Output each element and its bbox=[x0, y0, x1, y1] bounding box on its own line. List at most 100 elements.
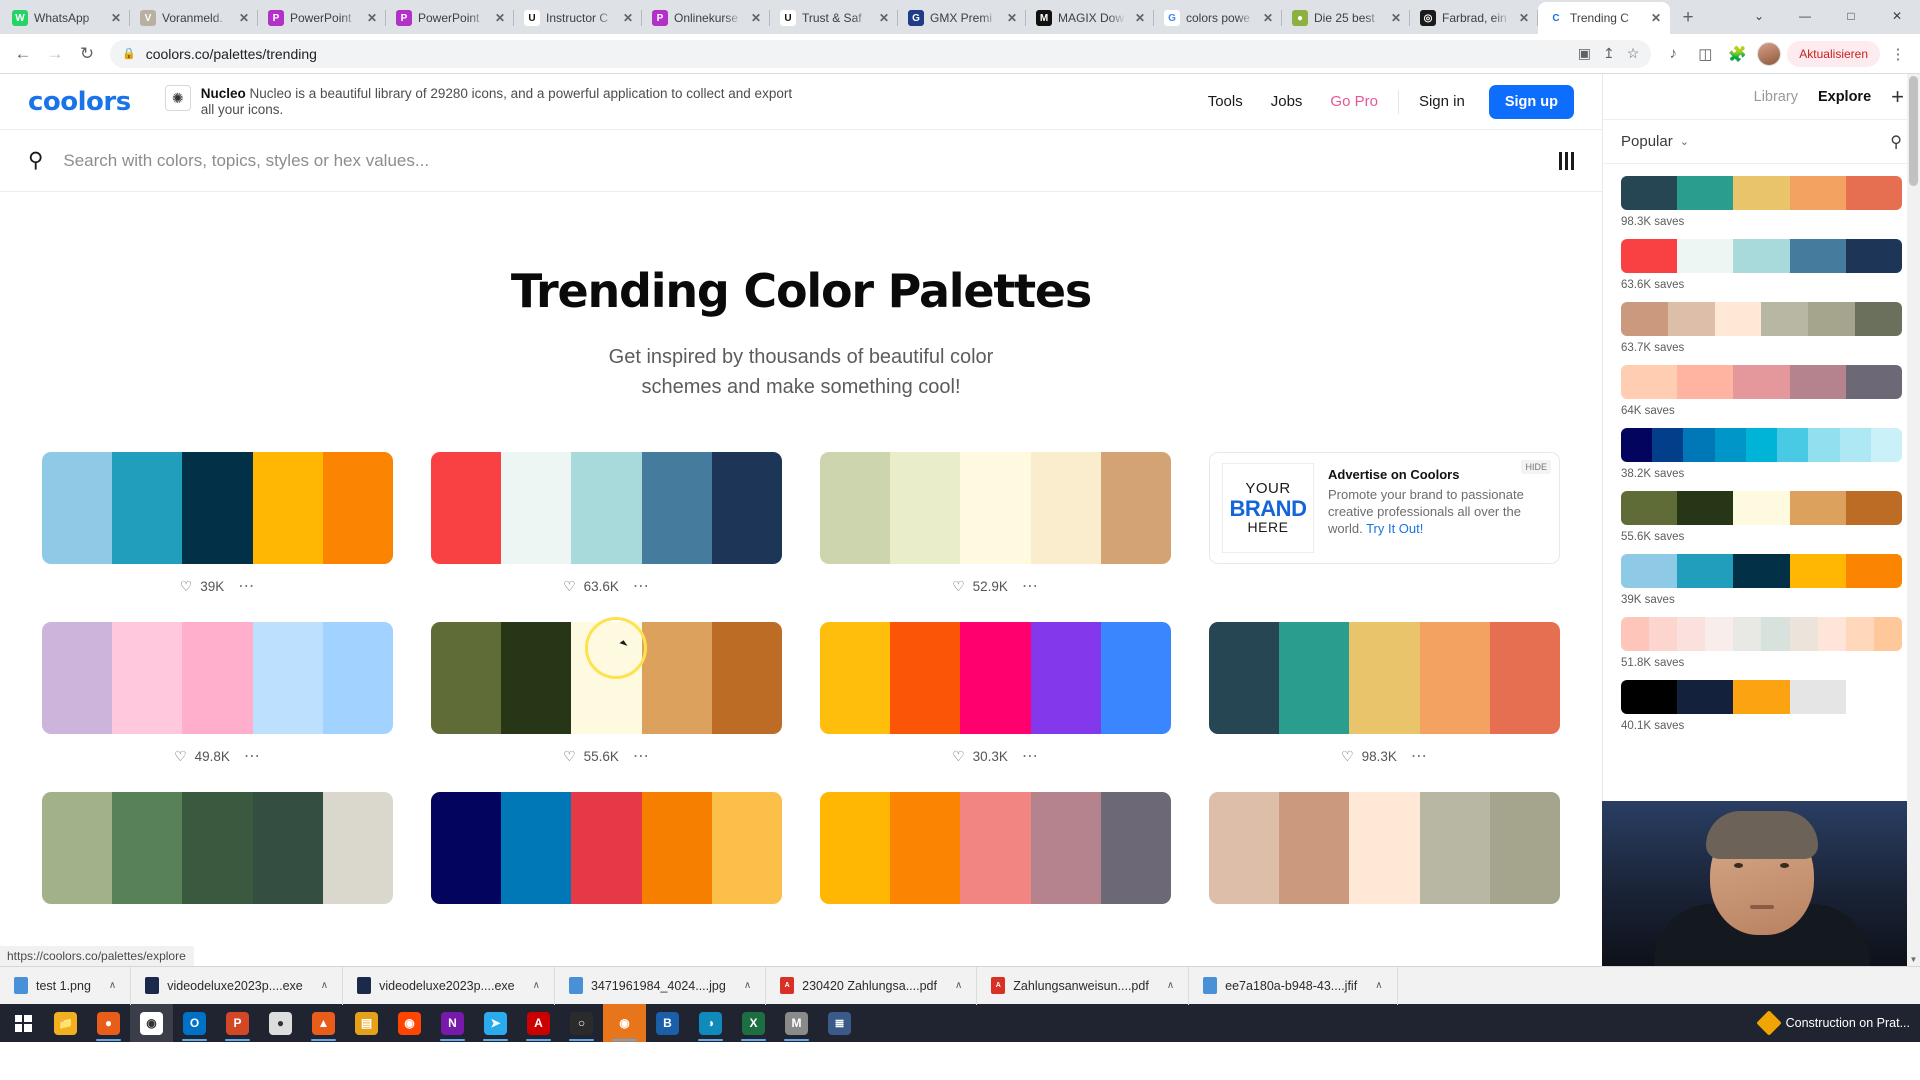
taskbar-app-acrobat[interactable]: A bbox=[517, 1004, 560, 1042]
color-swatch[interactable] bbox=[322, 792, 393, 904]
taskbar-news-widget[interactable]: Construction on Prat... bbox=[1755, 1010, 1920, 1036]
color-swatch[interactable] bbox=[42, 792, 113, 904]
color-swatch[interactable] bbox=[1714, 428, 1746, 462]
color-swatch[interactable] bbox=[1489, 792, 1560, 904]
nav-tools[interactable]: Tools bbox=[1194, 93, 1257, 110]
palette-swatches[interactable] bbox=[431, 452, 782, 564]
color-swatch[interactable] bbox=[1839, 428, 1871, 462]
side-panel-swatches[interactable] bbox=[1621, 302, 1902, 336]
color-swatch[interactable] bbox=[1683, 428, 1715, 462]
color-swatch[interactable] bbox=[322, 452, 393, 564]
more-options-icon[interactable]: ⋯ bbox=[1022, 746, 1039, 766]
download-item[interactable]: A Zahlungsanweisun....pdf ∧ bbox=[977, 966, 1190, 1005]
browser-tab[interactable]: ● Die 25 best ✕ bbox=[1282, 2, 1410, 34]
color-swatch[interactable] bbox=[1855, 302, 1902, 336]
color-swatch[interactable] bbox=[1489, 622, 1560, 734]
color-swatch[interactable] bbox=[1100, 622, 1171, 734]
tab-close-icon[interactable]: ✕ bbox=[236, 10, 252, 26]
color-swatch[interactable] bbox=[1419, 792, 1490, 904]
palette-card[interactable] bbox=[42, 792, 393, 904]
palette-card[interactable]: ♡ 39K ⋯ bbox=[42, 452, 393, 596]
color-swatch[interactable] bbox=[711, 622, 782, 734]
side-panel-palette-item[interactable]: 63.7K saves bbox=[1621, 302, 1902, 354]
color-swatch[interactable] bbox=[571, 452, 642, 564]
taskbar-app-onenote[interactable]: N bbox=[431, 1004, 474, 1042]
color-swatch[interactable] bbox=[1677, 617, 1706, 651]
color-swatch[interactable] bbox=[42, 622, 113, 734]
tab-close-icon[interactable]: ✕ bbox=[1388, 10, 1404, 26]
color-swatch[interactable] bbox=[1100, 792, 1171, 904]
color-swatch[interactable] bbox=[571, 622, 642, 734]
color-swatch[interactable] bbox=[1349, 622, 1420, 734]
tab-close-icon[interactable]: ✕ bbox=[1004, 10, 1020, 26]
palette-card[interactable]: ♡ 49.8K ⋯ bbox=[42, 622, 393, 766]
sign-in-link[interactable]: Sign in bbox=[1405, 93, 1479, 110]
nav-jobs[interactable]: Jobs bbox=[1257, 93, 1317, 110]
color-swatch[interactable] bbox=[252, 792, 323, 904]
tab-close-icon[interactable]: ✕ bbox=[876, 10, 892, 26]
color-swatch[interactable] bbox=[1789, 365, 1846, 399]
color-swatch[interactable] bbox=[1621, 680, 1678, 714]
view-toggle-icon[interactable] bbox=[1559, 151, 1574, 170]
color-swatch[interactable] bbox=[1761, 302, 1809, 336]
tab-close-icon[interactable]: ✕ bbox=[492, 10, 508, 26]
chevron-down-icon[interactable]: ⌄ bbox=[1680, 135, 1689, 148]
color-swatch[interactable] bbox=[1621, 239, 1678, 273]
color-swatch[interactable] bbox=[960, 452, 1031, 564]
tab-close-icon[interactable]: ✕ bbox=[1648, 10, 1664, 26]
color-swatch[interactable] bbox=[1789, 239, 1846, 273]
tab-library[interactable]: Library bbox=[1754, 89, 1798, 105]
tab-close-icon[interactable]: ✕ bbox=[364, 10, 380, 26]
color-swatch[interactable] bbox=[1845, 239, 1902, 273]
panel-search-icon[interactable]: ⚲ bbox=[1890, 132, 1902, 152]
ad-cta-link[interactable]: Try It Out! bbox=[1366, 521, 1423, 536]
tab-explore[interactable]: Explore bbox=[1818, 89, 1871, 105]
ad-hide-button[interactable]: HIDE bbox=[1521, 460, 1551, 474]
more-options-icon[interactable]: ⋯ bbox=[633, 746, 650, 766]
palette-swatches[interactable] bbox=[1209, 622, 1560, 734]
new-tab-button[interactable]: + bbox=[1674, 4, 1702, 32]
color-swatch[interactable] bbox=[1621, 491, 1678, 525]
side-panel-palette-item[interactable]: 64K saves bbox=[1621, 365, 1902, 417]
download-item[interactable]: 3471961984_4024....jpg ∧ bbox=[555, 966, 767, 1005]
color-swatch[interactable] bbox=[641, 452, 712, 564]
color-swatch[interactable] bbox=[1733, 176, 1790, 210]
color-swatch[interactable] bbox=[1733, 554, 1790, 588]
color-swatch[interactable] bbox=[1845, 554, 1902, 588]
translate-icon[interactable]: ▣ bbox=[1578, 45, 1591, 62]
color-swatch[interactable] bbox=[820, 792, 891, 904]
color-swatch[interactable] bbox=[1279, 622, 1350, 734]
heart-icon[interactable]: ♡ bbox=[563, 578, 576, 595]
minimize-button[interactable]: — bbox=[1782, 0, 1828, 32]
add-palette-button[interactable]: + bbox=[1891, 85, 1904, 108]
color-swatch[interactable] bbox=[1870, 428, 1902, 462]
side-panel-swatches[interactable] bbox=[1621, 176, 1902, 210]
side-panel-palette-item[interactable]: 39K saves bbox=[1621, 554, 1902, 606]
extensions-icon[interactable]: 🧩 bbox=[1723, 40, 1751, 68]
palette-swatches[interactable] bbox=[820, 622, 1171, 734]
taskbar-app-excel-alt[interactable]: ▤ bbox=[345, 1004, 388, 1042]
color-swatch[interactable] bbox=[1714, 302, 1762, 336]
coolors-logo[interactable]: coolors bbox=[28, 87, 131, 117]
advertise-ad-card[interactable]: YOUR BRAND HERE Advertise on Coolors Promote… bbox=[1209, 452, 1560, 596]
page-scrollbar[interactable]: ▲ ▼ bbox=[1907, 74, 1920, 966]
color-swatch[interactable] bbox=[182, 452, 253, 564]
color-swatch[interactable] bbox=[501, 792, 572, 904]
taskbar-app-compass[interactable]: ○ bbox=[560, 1004, 603, 1042]
media-control-icon[interactable]: ♪ bbox=[1659, 40, 1687, 68]
palette-card[interactable]: ♡ 63.6K ⋯ bbox=[431, 452, 782, 596]
download-menu-icon[interactable]: ∧ bbox=[1167, 980, 1174, 991]
taskbar-app-calculator[interactable]: ≣ bbox=[818, 1004, 861, 1042]
browser-tab[interactable]: M MAGIX Dow ✕ bbox=[1026, 2, 1154, 34]
search-input[interactable] bbox=[63, 150, 1539, 171]
share-icon[interactable]: ↥ bbox=[1603, 45, 1615, 62]
download-menu-icon[interactable]: ∧ bbox=[744, 980, 751, 991]
color-swatch[interactable] bbox=[1279, 792, 1350, 904]
palette-card[interactable]: ♡ 55.6K ⋯ bbox=[431, 622, 782, 766]
search-icon[interactable]: ⚲ bbox=[28, 148, 43, 173]
taskbar-app-coolors-browser[interactable]: ◉ bbox=[603, 1004, 646, 1042]
tab-search-button[interactable]: ⌄ bbox=[1736, 0, 1782, 32]
color-swatch[interactable] bbox=[1789, 617, 1818, 651]
color-swatch[interactable] bbox=[1808, 428, 1840, 462]
palette-swatches[interactable] bbox=[431, 622, 782, 734]
